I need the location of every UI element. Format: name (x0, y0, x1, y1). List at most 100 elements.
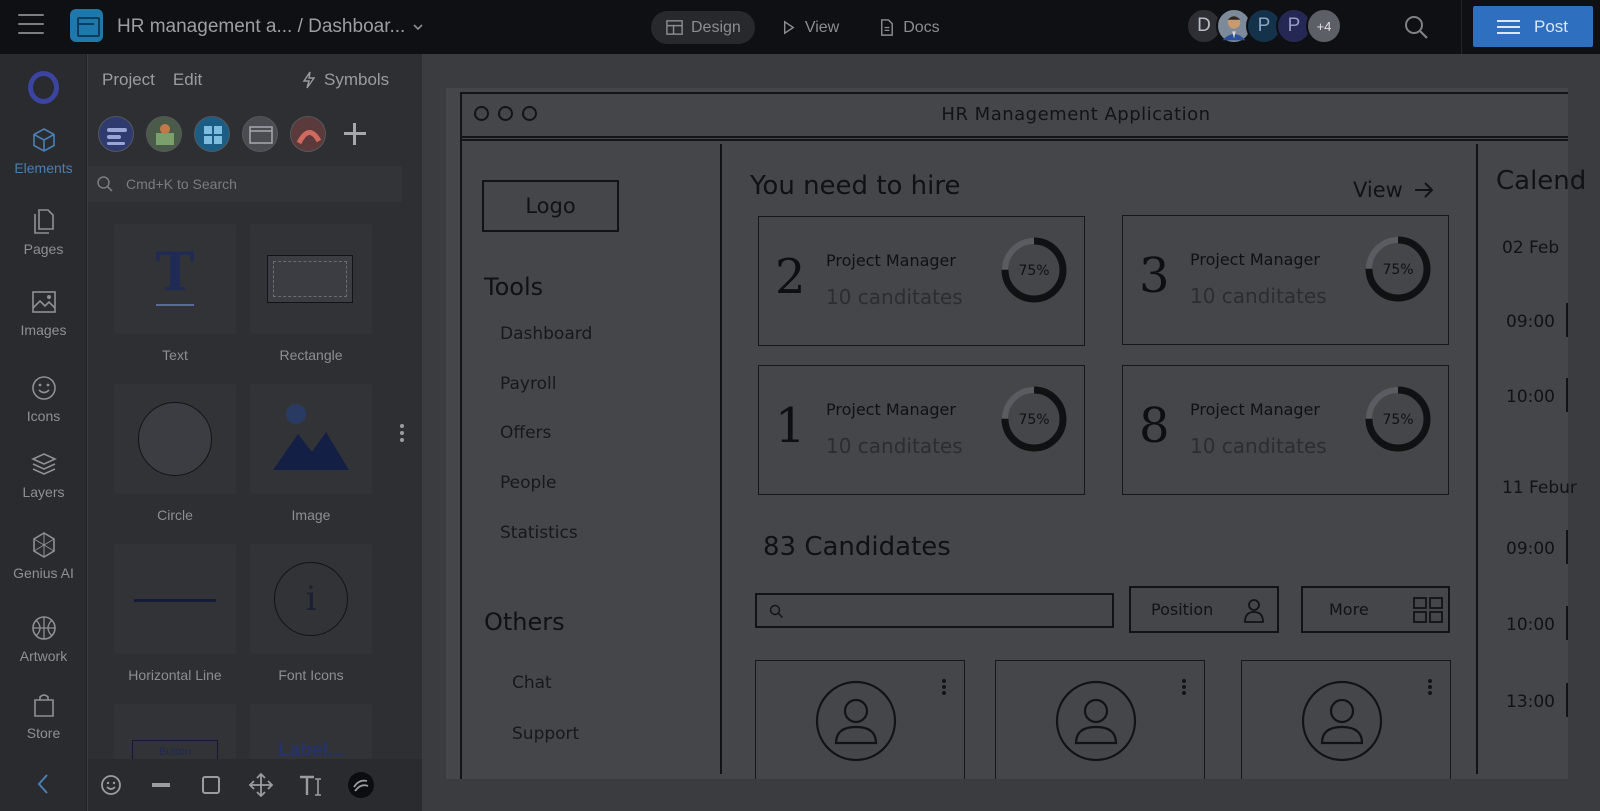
element-button-tile[interactable]: Button (114, 704, 236, 764)
divider (1461, 0, 1462, 54)
move-tool-icon[interactable] (247, 771, 275, 799)
element-font-icons-tile[interactable]: i (250, 544, 372, 654)
add-library-icon[interactable] (340, 119, 370, 149)
symbols-button[interactable]: Symbols (302, 70, 389, 90)
sketch-tool-icon[interactable] (347, 771, 375, 799)
calendar-date: 02 Feb (1502, 238, 1560, 258)
rail-item-label: Icons (26, 408, 61, 424)
calendar-time: 09:00 (1506, 312, 1555, 332)
document-title[interactable]: HR management a... / Dashboar... (117, 16, 405, 38)
artwork-icon (31, 616, 56, 640)
mockup-nav-payroll: Payroll (500, 374, 557, 394)
tab-view[interactable]: View (765, 11, 853, 44)
more-vertical-icon (1428, 679, 1432, 695)
others-heading: Others (484, 608, 565, 636)
image-icon (31, 291, 56, 313)
library-map-icon[interactable] (146, 116, 182, 152)
mockup-nav-offers: Offers (500, 423, 552, 443)
quick-tools-bar (88, 759, 422, 811)
search-icon (97, 176, 113, 192)
mode-tabs: Design View Docs (651, 11, 954, 44)
post-button-label: Post (1534, 16, 1569, 36)
font-icon-glyph: i (305, 579, 317, 619)
more-vertical-icon (1182, 679, 1186, 695)
collaborator-avatars: D P P +4 (1186, 8, 1342, 44)
text-tool-icon[interactable] (297, 771, 325, 799)
view-link-label: View (1353, 178, 1403, 202)
library-ui-icon[interactable] (98, 116, 134, 152)
hire-count: 2 (775, 249, 806, 305)
library-browser-icon[interactable] (242, 116, 278, 152)
element-label: Text (162, 347, 188, 363)
progress-ring-icon: 75% (1001, 386, 1067, 452)
rail-item-store[interactable]: Store (0, 691, 87, 741)
smiley-icon (31, 376, 56, 400)
hire-card: 3 Project Manager 10 canditates 75% (1122, 215, 1449, 345)
line-tool-icon[interactable] (147, 771, 175, 799)
post-icon (1497, 16, 1520, 38)
rail-item-layers[interactable]: Layers (0, 450, 87, 500)
ai-icon (32, 532, 55, 558)
play-icon (783, 20, 795, 35)
mockup-logo-box: Logo (482, 180, 619, 232)
calendar-date: 11 Febur (1502, 478, 1577, 498)
hire-count: 1 (775, 398, 806, 454)
rectangle-preview (267, 255, 353, 303)
progress-ring-icon: 75% (1365, 236, 1431, 302)
element-rectangle-tile[interactable] (250, 224, 372, 334)
grid-icon (1412, 596, 1443, 623)
rectangle-tool-icon[interactable] (197, 771, 225, 799)
library-sketch-icon[interactable] (290, 116, 326, 152)
element-horizontal-line-tile[interactable] (114, 544, 236, 654)
rail-item-label: Artwork (19, 648, 68, 664)
text-preview: T (155, 242, 195, 303)
element-circle-tile[interactable] (114, 384, 236, 494)
element-image-tile[interactable] (250, 384, 372, 494)
collapse-panel-icon[interactable] (34, 772, 52, 796)
rail-item-label: Images (20, 322, 67, 338)
post-button[interactable]: Post (1473, 6, 1593, 47)
search-icon[interactable] (1402, 13, 1430, 41)
rail-item-genius-ai[interactable]: Genius AI (0, 531, 87, 581)
app-logo-icon[interactable] (70, 9, 103, 42)
avatars-more-badge[interactable]: +4 (1306, 8, 1342, 44)
user-avatar-icon (815, 680, 897, 762)
hire-role: Project Manager (1190, 250, 1320, 269)
user-icon (1244, 598, 1265, 623)
chevron-down-icon[interactable] (413, 22, 423, 32)
hire-candidates: 10 canditates (826, 285, 963, 309)
user-avatar-icon (1055, 680, 1137, 762)
rail-item-icons[interactable]: Icons (0, 374, 87, 424)
mockup-position-filter: Position (1129, 586, 1279, 633)
calendar-time: 09:00 (1506, 539, 1555, 559)
rail-item-elements[interactable]: Elements (0, 126, 87, 176)
symbols-label: Symbols (324, 70, 390, 89)
rail-item-artwork[interactable]: Artwork (0, 614, 87, 664)
tab-design[interactable]: Design (651, 11, 755, 44)
menu-project[interactable]: Project (102, 70, 155, 90)
calendar-event-mark (1566, 606, 1568, 640)
menu-icon[interactable] (18, 14, 44, 34)
image-preview-icon (273, 404, 349, 470)
smiley-icon[interactable] (97, 771, 125, 799)
brand-logo-icon[interactable] (28, 71, 59, 104)
element-label: Horizontal Line (128, 667, 222, 683)
tab-docs[interactable]: Docs (863, 11, 953, 44)
tools-heading: Tools (484, 273, 544, 301)
hire-card: 2 Project Manager 10 canditates 75% (758, 216, 1085, 346)
menu-edit[interactable]: Edit (173, 70, 202, 90)
lightning-icon (302, 71, 316, 89)
more-vertical-icon[interactable] (400, 424, 404, 442)
hire-role: Project Manager (826, 251, 956, 270)
rail-item-pages[interactable]: Pages (0, 207, 87, 257)
calendar-divider (1476, 144, 1478, 774)
element-search-input[interactable] (126, 176, 376, 192)
hire-role: Project Manager (1190, 400, 1320, 419)
element-text-tile[interactable]: T (114, 224, 236, 334)
library-windows-icon[interactable] (194, 116, 230, 152)
element-label-tile[interactable]: Label... (250, 704, 372, 761)
canvas-bottom-margin (446, 779, 1568, 811)
rail-item-images[interactable]: Images (0, 288, 87, 338)
progress-percent: 75% (1018, 412, 1049, 428)
hire-card: 1 Project Manager 10 canditates 75% (758, 365, 1085, 495)
